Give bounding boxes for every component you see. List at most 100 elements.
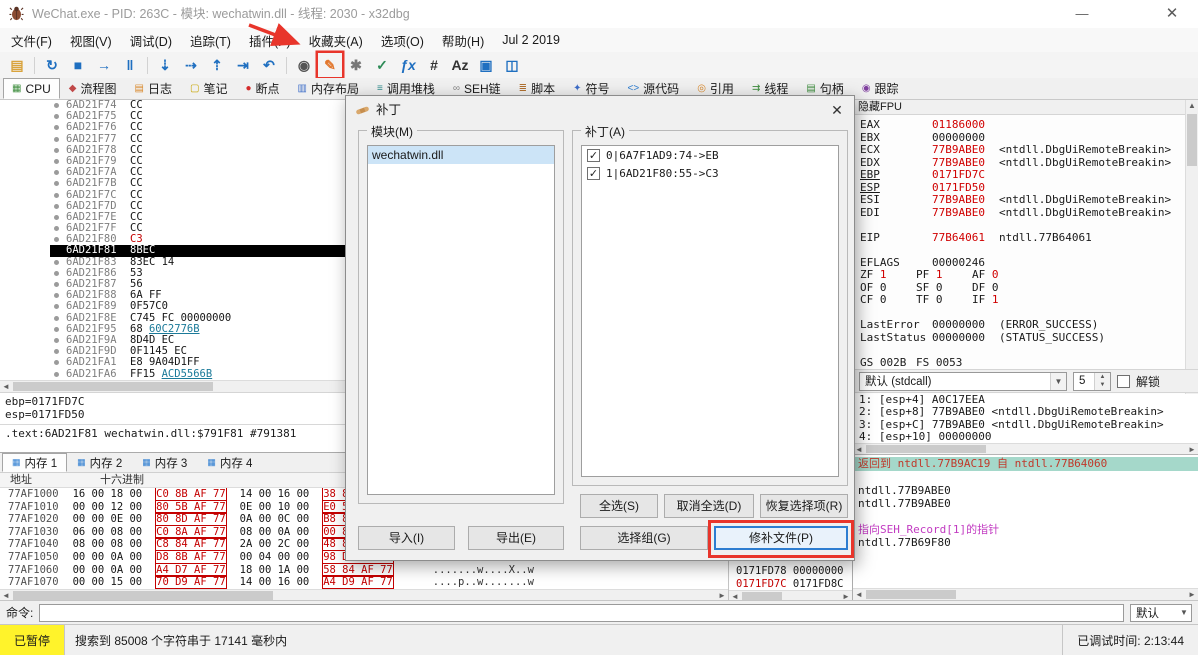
tab-notes[interactable]: ▢ 笔记 <box>181 78 236 99</box>
command-input[interactable] <box>39 603 1124 622</box>
unlock-checkbox[interactable] <box>1117 374 1130 388</box>
breakpoint-dot[interactable] <box>54 136 59 142</box>
command-profile-select[interactable]: 默认 ▼ <box>1130 603 1192 622</box>
memory-tab[interactable]: ▦ 内存 2 <box>67 453 132 472</box>
register-row[interactable]: LastStatus 00000000 (STATUS_SUCCESS) <box>860 331 1182 345</box>
breakpoint-dot[interactable] <box>54 237 59 243</box>
export-button[interactable]: 导出(E) <box>468 526 564 550</box>
register-row[interactable]: EFLAGS 00000246 <box>860 256 1182 270</box>
select-all-button[interactable]: 全选(S) <box>580 494 658 518</box>
breakpoint-dot[interactable] <box>54 282 59 287</box>
tab-graph[interactable]: ◆ 流程图 <box>60 78 126 99</box>
checkbox-icon[interactable]: ✓ <box>587 166 600 180</box>
breakpoint-dot[interactable] <box>54 349 59 355</box>
menu-item[interactable]: 插件(P) <box>240 28 300 53</box>
breakpoint-dot[interactable] <box>54 326 59 332</box>
breakpoint-dot[interactable] <box>54 147 59 153</box>
module-item[interactable]: wechatwin.dll <box>368 146 554 164</box>
dialog-close-icon[interactable]: ✕ <box>822 98 852 122</box>
pause-icon[interactable]: ‖ <box>118 53 142 77</box>
hide-fpu-button[interactable]: 隐藏FPU <box>853 100 1198 115</box>
breakpoint-dot[interactable] <box>54 360 59 366</box>
menu-item[interactable]: 文件(F) <box>2 28 61 53</box>
stack-row[interactable]: 0171FD7C 0171FD8C <box>729 578 852 591</box>
case-icon[interactable]: Az <box>448 53 472 77</box>
infobox-hscrollbar[interactable]: ◄ ► <box>853 588 1198 600</box>
patch-item[interactable]: ✓ 0|6A7F1AD9:74->EB <box>582 146 838 164</box>
register-row[interactable]: OF 0 SF 0 DF 0 <box>860 281 1182 295</box>
trace-icon[interactable]: ◉ <box>292 53 316 77</box>
register-row[interactable]: EDX 77B9ABE0 <ntdll.DbgUiRemoteBreakin> <box>860 156 1182 170</box>
run-icon[interactable]: → <box>92 53 116 77</box>
stop-icon[interactable]: ■ <box>66 53 90 77</box>
breakpoint-dot[interactable] <box>54 337 59 343</box>
memory-tab[interactable]: ▦ 内存 1 <box>2 453 68 472</box>
menu-item[interactable]: 调试(D) <box>121 28 181 53</box>
memory-tab[interactable]: ▦ 内存 3 <box>132 453 197 472</box>
scrollbar-thumb[interactable] <box>866 445 986 453</box>
restart-icon[interactable]: ↻ <box>40 53 64 77</box>
breakpoint-dot[interactable] <box>54 170 59 176</box>
register-row[interactable]: ECX 77B9ABE0 <ntdll.DbgUiRemoteBreakin> <box>860 143 1182 157</box>
window-minimize-button[interactable]: — <box>1066 0 1098 28</box>
register-row[interactable]: LastError 00000000 (ERROR_SUCCESS) <box>860 318 1182 332</box>
breakpoint-dot[interactable] <box>54 371 59 377</box>
patch-file-button[interactable]: 修补文件(P) <box>714 526 848 550</box>
menu-item[interactable]: 追踪(T) <box>181 28 240 53</box>
breakpoint-dot[interactable] <box>54 304 59 310</box>
import-button[interactable]: 导入(I) <box>358 526 455 550</box>
stack-row[interactable]: 0171FD78 00000000 <box>729 565 852 578</box>
breakpoint-dot[interactable] <box>54 293 59 299</box>
dump-row[interactable]: 77AF1070 00 00 15 00 70 D9 AF 77 14 00 16 0… <box>0 575 728 589</box>
patch-icon[interactable]: ✎ <box>318 53 342 77</box>
step-into-icon[interactable]: ⇣ <box>153 53 177 77</box>
scrollbar-thumb[interactable] <box>866 590 956 599</box>
register-row[interactable]: CF 0 TF 0 IF 1 <box>860 293 1182 307</box>
scroll-left-icon[interactable]: ◄ <box>853 589 865 600</box>
breakpoint-dot[interactable] <box>54 226 59 232</box>
tab-trace[interactable]: ◉ 跟踪 <box>853 78 908 99</box>
window-close-button[interactable]: ✕ <box>1156 0 1188 28</box>
patch-item[interactable]: ✓ 1|6AD21F80:55->C3 <box>582 164 838 182</box>
hash-icon[interactable]: # <box>422 53 446 77</box>
menu-item[interactable]: 帮助(H) <box>433 28 493 53</box>
step-out-icon[interactable]: ⇡ <box>205 53 229 77</box>
scrollbar-thumb[interactable] <box>1187 114 1197 166</box>
select-group-button[interactable]: 选择组(G) <box>580 526 708 550</box>
argument-row[interactable]: 4: [esp+10] 00000000 <box>853 430 1198 443</box>
memory-tab[interactable]: ▦ 内存 4 <box>197 453 262 472</box>
menu-item[interactable]: Jul 2 2019 <box>493 30 569 50</box>
comment-icon[interactable]: ✱ <box>344 53 368 77</box>
breakpoint-dot[interactable] <box>54 125 59 131</box>
scroll-left-icon[interactable]: ◄ <box>0 381 12 392</box>
handles-window-icon[interactable]: ◫ <box>500 53 524 77</box>
scroll-up-icon[interactable]: ▲ <box>1186 100 1198 112</box>
scroll-right-icon[interactable]: ► <box>1186 589 1198 600</box>
arguments-hscrollbar[interactable]: ◄ ► <box>853 443 1198 454</box>
breakpoint-dot[interactable] <box>54 114 59 120</box>
breakpoint-dot[interactable] <box>54 181 59 187</box>
scrollbar-thumb[interactable] <box>13 382 213 391</box>
memory-window-icon[interactable]: ▣ <box>474 53 498 77</box>
breakpoint-dot[interactable] <box>54 158 59 164</box>
breakpoint-dot[interactable] <box>54 315 59 321</box>
menu-item[interactable]: 收藏夹(A) <box>300 28 372 53</box>
breakpoint-dot[interactable] <box>54 192 59 198</box>
scroll-right-icon[interactable]: ► <box>1186 444 1198 454</box>
run-to-cursor-icon[interactable]: ⇥ <box>231 53 255 77</box>
register-row[interactable]: EAX 01186000 <box>860 118 1182 132</box>
deselect-all-button[interactable]: 取消全选(D) <box>664 494 754 518</box>
step-back-icon[interactable]: ↶ <box>257 53 281 77</box>
register-row[interactable]: EBP 0171FD7C <box>860 168 1182 182</box>
checkbox-icon[interactable]: ✓ <box>587 148 600 162</box>
menu-item[interactable]: 选项(O) <box>372 28 433 53</box>
breakpoint-dot[interactable] <box>54 103 59 108</box>
scrollbar-thumb[interactable] <box>742 592 782 600</box>
breakpoint-dot[interactable] <box>54 214 59 220</box>
register-row[interactable]: GS 002B FS 0053 <box>860 356 1182 370</box>
tab-cpu[interactable]: ▦ CPU <box>3 78 60 99</box>
restore-selection-button[interactable]: 恢复选择项(R) <box>760 494 848 518</box>
calling-convention-select[interactable]: 默认 (stdcall) ▼ <box>859 371 1067 391</box>
tab-breakpoints[interactable]: ● 断点 <box>236 78 288 99</box>
breakpoint-dot[interactable] <box>54 259 59 265</box>
